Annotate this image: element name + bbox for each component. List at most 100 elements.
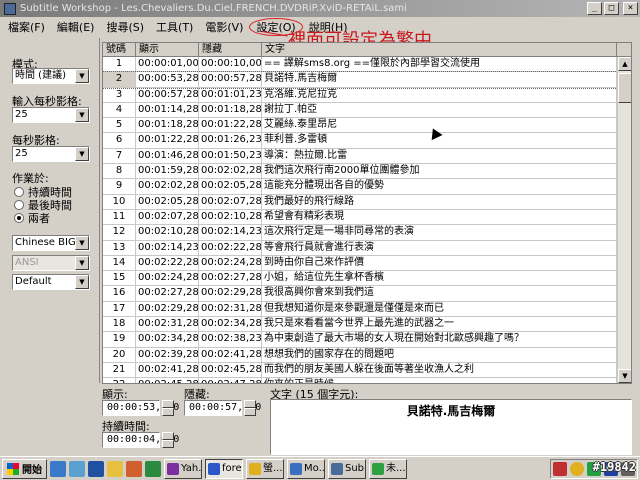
cell-text: 導演：熱拉爾.比雷 [262,148,617,164]
scroll-up-icon[interactable]: ▲ [618,57,631,71]
menu-tools[interactable]: 工具(T) [150,19,199,35]
excel-icon[interactable] [145,460,161,477]
menu-file[interactable]: 檔案(F) [2,19,51,35]
table-row[interactable]: 5 00:01:18,280 00:01:22,280 艾麗絲.泰里昂尼 [103,118,631,134]
cell-text: 希望會有精彩表現 [262,209,617,225]
chevron-down-icon[interactable]: ▼ [75,147,89,161]
radio-button[interactable] [14,187,24,197]
desktop-icon[interactable] [69,460,85,477]
table-row[interactable]: 6 00:01:22,280 00:01:26,239 菲利普.多雷頓 [103,133,631,149]
hide-time-input[interactable]: 00:00:57,280 [184,400,261,416]
cell-hide: 00:02:07,280 [199,194,262,209]
table-row[interactable]: 19 00:02:34,280 00:02:38,239 為中東創造了最大市場的女人現… [103,332,631,348]
vertical-scrollbar[interactable]: ▲ ▼ [617,57,631,383]
chevron-down-icon[interactable]: ▼ [75,236,89,250]
title-bar: Subtitle Workshop - Les.Chevaliers.Du.Ci… [0,0,640,17]
table-row[interactable]: 17 00:02:29,280 00:02:31,280 但我想知道你是來參觀還是僅僅… [103,301,631,318]
start-button[interactable]: 開始 [2,458,47,479]
taskbar-item[interactable]: fore... [205,458,243,479]
hide-time-spinner[interactable] [244,400,256,416]
charset-select[interactable]: Chinese BIG5 ▼ [12,235,90,251]
radio-button[interactable] [14,213,24,223]
duration-input[interactable]: 00:00:04,000 [102,432,179,448]
table-row[interactable]: 8 00:01:59,280 00:02:02,280 我們這次飛行南2000單位團體… [103,164,631,180]
table-row[interactable]: 9 00:02:02,280 00:02:05,280 這能充分體現出各自的優勢 [103,179,631,195]
table-row[interactable]: 13 00:02:14,239 00:02:22,280 等會飛行員就會進行表演 [103,240,631,256]
table-row[interactable]: 20 00:02:39,280 00:02:41,280 想想我們的國家存在的問題吧 [103,347,631,363]
cell-number: 6 [103,133,136,148]
cell-text: 我很高興你會來到我們這 [262,286,617,301]
menu-edit[interactable]: 編輯(E) [51,19,101,35]
cell-show: 00:02:02,280 [136,179,199,194]
table-row[interactable]: 21 00:02:41,280 00:02:45,280 而我們的朋友美國人躲在後面等… [103,362,631,379]
table-row[interactable]: 1 00:00:01,000 00:00:10,000 == 譯解sms8.org =… [103,57,631,73]
cell-show: 00:02:24,280 [136,271,199,286]
cell-show: 00:02:05,280 [136,194,199,209]
header-show[interactable]: 顯示 [136,43,199,56]
taskbar-item[interactable]: 未... [369,458,407,479]
chevron-down-icon[interactable]: ▼ [75,69,89,83]
duration-spinner[interactable] [162,432,174,448]
word-icon[interactable] [88,460,104,477]
cell-show: 00:02:29,280 [136,301,199,317]
header-number[interactable]: 號碼 [103,43,136,56]
cell-hide: 00:02:31,280 [199,301,262,317]
smiley-icon[interactable] [570,462,584,476]
cell-show: 00:02:31,280 [136,317,199,332]
table-row[interactable]: 10 00:02:05,280 00:02:07,280 我們最好的飛行線路 [103,194,631,210]
table-row[interactable]: 2 00:00:53,280 00:00:57,280 貝諾特.馬吉梅爾 [103,71,631,89]
menu-movie[interactable]: 電影(V) [199,19,249,35]
taskbar-item[interactable]: 螢... [246,458,284,479]
radio-both[interactable]: 兩者 [14,210,50,226]
table-row[interactable]: 15 00:02:24,280 00:02:27,280 小姐，給這位先生拿杯香檳 [103,271,631,287]
chevron-down-icon[interactable]: ▼ [75,275,89,289]
taskbar-item[interactable]: Sub... [328,458,366,479]
table-row[interactable]: 16 00:02:27,280 00:02:29,280 我很高興你會來到我們這 [103,286,631,302]
taskbar-item[interactable]: Yah... [164,458,202,479]
media-icon[interactable] [126,460,142,477]
radio-button[interactable] [14,200,24,210]
cell-number: 8 [103,164,136,179]
chevron-down-icon[interactable]: ▼ [75,108,89,122]
header-hide[interactable]: 隱藏 [199,43,262,56]
cell-number: 19 [103,332,136,347]
table-row[interactable]: 12 00:02:10,280 00:02:14,239 這次飛行定是一場非同尋常的表… [103,225,631,241]
mode-select[interactable]: 時間 (建議) ▼ [12,68,90,84]
table-row[interactable]: 7 00:01:46,280 00:01:50,239 導演：熱拉爾.比雷 [103,148,631,165]
cell-show: 00:02:27,280 [136,286,199,301]
table-row[interactable]: 11 00:02:07,280 00:02:10,280 希望會有精彩表現 [103,209,631,226]
cell-text: 我們這次飛行南2000單位團體參加 [262,164,617,179]
cell-show: 00:01:46,280 [136,148,199,164]
menu-search[interactable]: 搜尋(S) [100,19,150,35]
cell-text: 貝諾特.馬吉梅爾 [262,72,617,87]
app-icon [4,2,16,15]
table-row[interactable]: 3 00:00:57,280 00:01:01,239 克洛維.克尼拉克 [103,87,631,103]
folder-icon[interactable] [107,460,123,477]
taskbar-item[interactable]: Mo... [287,458,325,479]
subtitle-text-input[interactable]: 貝諾特.馬吉梅爾 [270,399,632,455]
show-time-input[interactable]: 00:00:53,280 [102,400,179,416]
scroll-down-icon[interactable]: ▼ [618,369,631,383]
tray-icon[interactable] [553,462,567,476]
header-text[interactable]: 文字 [262,43,617,56]
cell-hide: 00:02:24,280 [199,255,262,271]
format-select[interactable]: Default ▼ [12,274,90,290]
maximize-button[interactable]: □ [604,2,619,15]
subtitle-grid[interactable]: 號碼 顯示 隱藏 文字 1 00:00:01,000 00:00:10,000 == … [102,42,632,384]
cell-show: 00:01:59,280 [136,164,199,179]
scroll-thumb[interactable] [618,73,631,103]
table-row[interactable]: 4 00:01:14,280 00:01:18,280 謝拉丁.帕亞 [103,102,631,119]
encoding-select: ANSI ▼ [12,255,90,271]
cell-hide: 00:01:01,239 [199,87,262,102]
ie-icon[interactable] [50,460,66,477]
cell-number: 10 [103,194,136,209]
fps-select[interactable]: 25 ▼ [12,146,90,162]
show-time-spinner[interactable] [162,400,174,416]
close-button[interactable]: × [623,2,638,15]
table-row[interactable]: 18 00:02:31,280 00:02:34,280 我只是來看看當今世界上最先進… [103,317,631,333]
fps-input-select[interactable]: 25 ▼ [12,107,90,123]
table-row[interactable]: 14 00:02:22,280 00:02:24,280 到時由你自己來作評價 [103,255,631,272]
cell-show: 00:01:18,280 [136,118,199,133]
cell-show: 00:00:53,280 [136,72,199,87]
minimize-button[interactable]: _ [587,2,602,15]
